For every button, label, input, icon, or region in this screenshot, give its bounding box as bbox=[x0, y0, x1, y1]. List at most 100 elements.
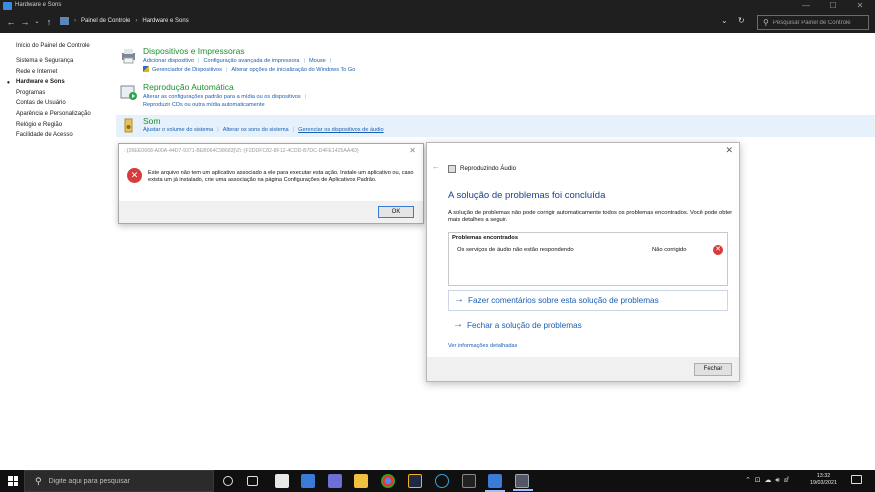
refresh-icon[interactable]: ↻ bbox=[738, 16, 745, 25]
close-icon[interactable]: ✕ bbox=[409, 146, 416, 155]
nav-programs[interactable]: Programas bbox=[16, 90, 116, 96]
clock-date: 19/03/2021 bbox=[810, 480, 837, 486]
search-input[interactable] bbox=[772, 19, 863, 26]
error-dialog: ::{26EE0668-A00A-44D7-9371-BEB064C98683}… bbox=[118, 143, 424, 224]
troubleshooter-app-title: Reproduzindo Áudio bbox=[460, 165, 517, 172]
nav-hardware-sound[interactable]: Hardware e Sons bbox=[7, 78, 116, 87]
error-dialog-title: ::{26EE0668-A00A-44D7-9371-BEB064C98683}… bbox=[124, 148, 359, 154]
uac-shield-icon bbox=[143, 66, 149, 72]
troubleshooter-description: A solução de problemas não pode corrigir… bbox=[448, 210, 733, 223]
link-windows-to-go[interactable]: Alterar opções de inicialização do Windo… bbox=[231, 67, 355, 73]
back-arrow-icon[interactable]: ← bbox=[5, 16, 17, 28]
notification-icon[interactable] bbox=[851, 475, 862, 484]
category-title-autoplay[interactable]: Reprodução Automática bbox=[143, 82, 234, 92]
fechar-button[interactable]: Fechar bbox=[694, 363, 732, 376]
link-add-device[interactable]: Adicionar dispositivo bbox=[143, 58, 194, 64]
forward-arrow-icon[interactable]: → bbox=[19, 16, 31, 28]
error-icon: ✕ bbox=[127, 168, 142, 183]
nav-appearance[interactable]: Aparência e Personalização bbox=[16, 111, 116, 117]
problems-box: Problemas encontrados Os serviços de áud… bbox=[448, 232, 728, 286]
close-troubleshooter-action[interactable]: → Fechar a solução de problemas bbox=[448, 316, 728, 337]
file-explorer-icon[interactable] bbox=[354, 474, 368, 488]
search-icon: ⚲ bbox=[763, 18, 769, 27]
category-sound: Som Ajustar o volume do sistema | Alterar … bbox=[116, 115, 875, 137]
back-arrow-icon[interactable]: ← bbox=[432, 162, 440, 171]
title-bar: Hardware e Sons — ☐ ✕ bbox=[0, 0, 875, 12]
clock-time: 13:32 bbox=[816, 473, 831, 479]
autoplay-icon bbox=[120, 85, 137, 100]
problem-name: Os serviços de áudio não estão responden… bbox=[457, 247, 574, 253]
link-change-media-defaults[interactable]: Alterar as configurações padrão para a m… bbox=[143, 94, 301, 100]
terminal-icon[interactable] bbox=[462, 474, 476, 488]
nav-system-security[interactable]: Sistema e Segurança bbox=[16, 58, 116, 64]
task-view-icon[interactable] bbox=[247, 476, 258, 486]
close-icon[interactable]: ✕ bbox=[725, 145, 733, 156]
search-icon: ⚲ bbox=[35, 475, 42, 486]
recent-dropdown-icon[interactable]: ⌄ bbox=[31, 16, 43, 28]
system-tray[interactable]: ⌃ ⊡ ☁ 🔊︎ ⅆ bbox=[745, 476, 789, 485]
feedback-action-label: Fazer comentários sobre esta solução de … bbox=[468, 296, 659, 305]
app-icon[interactable] bbox=[435, 474, 449, 488]
error-status-icon: ✕ bbox=[713, 245, 723, 255]
nav-user-accounts[interactable]: Contas de Usuário bbox=[16, 100, 116, 106]
error-message: Este arquivo não tem um aplicativo assoc… bbox=[148, 170, 414, 183]
link-autoplay-cds[interactable]: Reproduzir CDs ou outra mídia automatica… bbox=[143, 102, 265, 108]
printer-icon bbox=[122, 49, 135, 64]
outlook-icon[interactable] bbox=[301, 474, 315, 488]
link-device-manager[interactable]: Gerenciador de Dispositivos bbox=[152, 67, 222, 73]
category-title-sound[interactable]: Som bbox=[143, 116, 160, 126]
app-icon[interactable] bbox=[328, 474, 342, 488]
nav-ease-of-access[interactable]: Facilidade de Acesso bbox=[16, 132, 116, 138]
category-devices: Dispositivos e Impressoras Adicionar dis… bbox=[116, 46, 875, 76]
troubleshooter-app-icon bbox=[448, 165, 456, 173]
app-icon[interactable] bbox=[485, 474, 505, 492]
troubleshooter-footer: Fechar bbox=[427, 357, 739, 381]
link-change-sounds[interactable]: Alterar os sons do sistema bbox=[223, 127, 289, 133]
troubleshooter-heading: A solução de problemas foi concluída bbox=[448, 190, 606, 201]
arrow-right-icon: → bbox=[453, 319, 463, 330]
address-dropdown-icon[interactable]: ⌄ bbox=[721, 16, 728, 25]
cortana-icon[interactable] bbox=[223, 476, 233, 486]
breadcrumb-control-panel[interactable]: Painel de Controle bbox=[81, 18, 130, 24]
breadcrumb-hardware-sound[interactable]: Hardware e Sons bbox=[142, 18, 188, 24]
speaker-icon bbox=[124, 118, 133, 133]
nav-network-internet[interactable]: Rede e Internet bbox=[16, 69, 116, 75]
problem-status: Não corrigido bbox=[652, 247, 687, 253]
window-title: Hardware e Sons bbox=[15, 2, 62, 8]
maximize-button[interactable]: ☐ bbox=[820, 0, 846, 12]
address-bar: ← → ⌄ ↑ › Painel de Controle › Hardware … bbox=[0, 12, 875, 33]
taskbar-search-input[interactable] bbox=[48, 477, 209, 485]
windows-start-icon[interactable] bbox=[8, 476, 18, 486]
link-manage-audio-devices[interactable]: Gerenciar os dispositivos de áudio bbox=[298, 127, 384, 133]
control-panel-icon[interactable] bbox=[513, 474, 533, 491]
troubleshooter-dialog: ✕ ← Reproduzindo Áudio A solução de prob… bbox=[426, 142, 740, 382]
feedback-action[interactable]: → Fazer comentários sobre esta solução d… bbox=[448, 290, 728, 311]
search-box[interactable]: ⚲ bbox=[757, 15, 869, 30]
ok-button[interactable]: OK bbox=[378, 206, 414, 218]
category-autoplay: Reprodução Automática Alterar as configu… bbox=[116, 82, 875, 112]
app-icon[interactable] bbox=[408, 474, 422, 488]
taskbar: ⚲ ⌃ ⊡ ☁ 🔊︎ ⅆ 13:32 19/03/2021 bbox=[0, 470, 875, 492]
left-navigation: Início do Painel de Controle Sistema e S… bbox=[7, 43, 116, 143]
control-panel-icon bbox=[60, 17, 69, 25]
arrow-right-icon: → bbox=[454, 294, 464, 305]
view-details-link[interactable]: Ver informações detalhadas bbox=[448, 343, 517, 349]
breadcrumb: › Painel de Controle › Hardware e Sons bbox=[60, 17, 189, 25]
chrome-icon[interactable] bbox=[381, 474, 395, 488]
minimize-button[interactable]: — bbox=[793, 0, 819, 12]
clock[interactable]: 13:32 19/03/2021 bbox=[810, 473, 837, 487]
taskbar-search[interactable]: ⚲ bbox=[24, 470, 214, 492]
nav-clock-region[interactable]: Relógio e Região bbox=[16, 122, 116, 128]
close-action-label: Fechar a solução de problemas bbox=[467, 321, 582, 330]
store-icon[interactable] bbox=[275, 474, 289, 488]
dialog-footer: OK bbox=[119, 201, 423, 223]
up-arrow-icon[interactable]: ↑ bbox=[43, 16, 55, 28]
close-window-button[interactable]: ✕ bbox=[847, 0, 873, 12]
problems-header: Problemas encontrados bbox=[452, 235, 519, 241]
category-title-devices[interactable]: Dispositivos e Impressoras bbox=[143, 46, 245, 56]
link-mouse[interactable]: Mouse bbox=[309, 58, 326, 64]
link-adjust-volume[interactable]: Ajustar o volume do sistema bbox=[143, 127, 213, 133]
control-panel-icon bbox=[3, 2, 12, 10]
nav-home-link[interactable]: Início do Painel de Controle bbox=[16, 43, 116, 49]
link-advanced-printer[interactable]: Configuração avançada de impressora bbox=[203, 58, 299, 64]
